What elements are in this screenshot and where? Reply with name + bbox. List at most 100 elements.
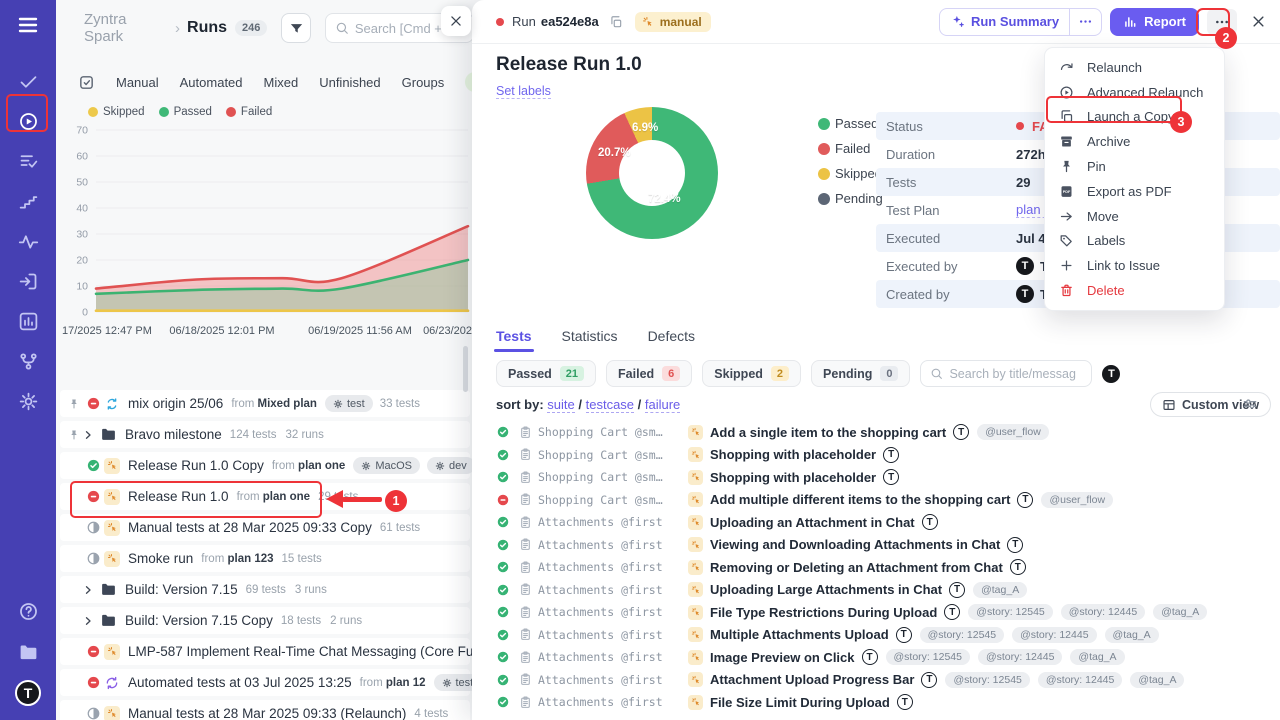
runs-tab-mixed[interactable]: Mixed xyxy=(264,75,299,90)
test-title[interactable]: File Type Restrictions During Upload xyxy=(710,605,937,620)
tab-statistics[interactable]: Statistics xyxy=(562,328,618,352)
run-status-icon xyxy=(82,644,104,659)
sort-option-suite[interactable]: suite xyxy=(547,397,574,413)
run-group-row[interactable]: Build: Version 7.1569 tests3 runs xyxy=(60,576,470,603)
run-group-row[interactable]: Bravo milestone124 tests32 runs xyxy=(60,421,470,448)
test-row[interactable]: Attachments @firstAttachment Upload Prog… xyxy=(496,669,1276,692)
test-row[interactable]: Attachments @firstViewing and Downloadin… xyxy=(496,534,1276,557)
scrollbar-thumb[interactable] xyxy=(463,346,468,392)
sidebar-item-check[interactable] xyxy=(11,64,45,98)
sidebar-item-gear[interactable] xyxy=(11,384,45,418)
test-title[interactable]: Image Preview on Click xyxy=(710,650,855,665)
test-title[interactable]: Viewing and Downloading Attachments in C… xyxy=(710,537,1000,552)
chevron-right-icon[interactable] xyxy=(82,429,100,441)
copy-icon[interactable] xyxy=(609,15,623,29)
test-title[interactable]: Attachment Upload Progress Bar xyxy=(710,672,914,687)
test-row[interactable]: Attachments @first File Type Restrictions… xyxy=(496,601,1276,624)
test-title[interactable]: Removing or Deleting an Attachment from … xyxy=(710,560,1003,575)
test-title[interactable]: Add multiple different items to the shop… xyxy=(710,492,1010,507)
run-row[interactable]: Automated tests at 03 Jul 2025 13:25from… xyxy=(60,669,470,696)
tab-tests[interactable]: Tests xyxy=(496,328,532,352)
sidebar-item-chart-box[interactable] xyxy=(11,304,45,338)
close-icon[interactable] xyxy=(1251,14,1266,29)
branch-icon xyxy=(18,351,39,372)
sort-option-failure[interactable]: failure xyxy=(645,397,680,413)
breadcrumb-section[interactable]: Runs xyxy=(187,19,227,37)
run-row[interactable]: Release Run 1.0from plan one29 tests xyxy=(60,483,470,510)
run-row[interactable]: Smoke runfrom plan 12315 tests xyxy=(60,545,470,572)
test-tag: @story: 12445 xyxy=(1012,627,1096,643)
test-title[interactable]: File Size Limit During Upload xyxy=(710,695,890,710)
menu-item-relaunch[interactable]: Relaunch xyxy=(1045,55,1224,80)
report-button[interactable]: Report xyxy=(1110,8,1199,36)
test-title[interactable]: Shopping with placeholder xyxy=(710,470,876,485)
filter-pending-button[interactable]: Pending0 xyxy=(811,360,910,387)
test-row[interactable]: Attachments @firstMultiple Attachments U… xyxy=(496,624,1276,647)
test-title[interactable]: Shopping with placeholder xyxy=(710,447,876,462)
run-summary-button[interactable]: Run Summary xyxy=(939,8,1102,36)
chevron-right-icon[interactable] xyxy=(82,615,100,627)
runs-tab-unfinished[interactable]: Unfinished xyxy=(319,75,380,90)
sidebar-item-play-circle[interactable] xyxy=(11,104,45,138)
filter-passed-button[interactable]: Passed21 xyxy=(496,360,596,387)
close-icon[interactable] xyxy=(441,6,471,36)
menu-item-delete[interactable]: Delete xyxy=(1045,278,1224,303)
test-row[interactable]: Attachments @firstImage Preview on Click… xyxy=(496,646,1276,669)
sidebar-item-branch[interactable] xyxy=(11,344,45,378)
sidebar-item-folder[interactable] xyxy=(11,635,45,669)
menu-item-move[interactable]: Move xyxy=(1045,204,1224,229)
test-title[interactable]: Uploading Large Attachments in Chat xyxy=(710,582,942,597)
menu-item-export-as-pdf[interactable]: PDFExport as PDF xyxy=(1045,179,1224,204)
sidebar-item-steps[interactable] xyxy=(11,184,45,218)
sidebar-item-import[interactable] xyxy=(11,264,45,298)
set-labels-link[interactable]: Set labels xyxy=(496,84,551,99)
test-row[interactable]: Shopping Cart @sm…Add multiple different… xyxy=(496,489,1276,512)
runs-tab-manual[interactable]: Manual xyxy=(116,75,159,90)
assignee-avatar[interactable]: T xyxy=(1102,365,1120,383)
runs-tab-groups[interactable]: Groups xyxy=(402,75,445,90)
test-suite: Attachments @first xyxy=(538,605,688,619)
runs-tab-automated[interactable]: Automated xyxy=(180,75,243,90)
test-status-icon xyxy=(496,605,511,619)
manual-icon xyxy=(107,553,118,564)
test-row[interactable]: Attachments @firstRemoving or Deleting a… xyxy=(496,556,1276,579)
menu-item-pin[interactable]: Pin xyxy=(1045,154,1224,179)
menu-item-launch-a-copy[interactable]: Launch a Copy xyxy=(1045,105,1224,130)
tests-search-input[interactable]: Search by title/messag xyxy=(920,360,1092,387)
filter-button[interactable] xyxy=(281,13,310,43)
test-title[interactable]: Add a single item to the shopping cart xyxy=(710,425,946,440)
menu-item-labels[interactable]: Labels xyxy=(1045,229,1224,254)
sidebar-item-t-avatar[interactable]: T xyxy=(11,676,45,710)
tab-defects[interactable]: Defects xyxy=(648,328,695,352)
sidebar-item-list-check[interactable] xyxy=(11,144,45,178)
sidebar-item-pulse[interactable] xyxy=(11,224,45,258)
menu-item-link-to-issue[interactable]: Link to Issue xyxy=(1045,253,1224,278)
test-title[interactable]: Multiple Attachments Upload xyxy=(710,627,889,642)
test-row[interactable]: Attachments @firstUploading Large Attach… xyxy=(496,579,1276,602)
test-row[interactable]: Shopping Cart @sm…Add a single item to t… xyxy=(496,421,1276,444)
chevron-right-icon[interactable] xyxy=(82,584,100,596)
run-row[interactable]: Manual tests at 28 Mar 2025 09:33 (Relau… xyxy=(60,700,470,720)
run-group-row[interactable]: Build: Version 7.15 Copy18 tests2 runs xyxy=(60,607,470,634)
menu-item-archive[interactable]: Archive xyxy=(1045,129,1224,154)
test-row[interactable]: Attachments @firstFile Size Limit During… xyxy=(496,691,1276,714)
test-row[interactable]: Shopping Cart @sm…Shopping with placehol… xyxy=(496,444,1276,467)
run-summary-more-button[interactable] xyxy=(1069,9,1101,35)
sliders-icon[interactable] xyxy=(1242,396,1258,412)
breadcrumb-project[interactable]: Zyntra Spark xyxy=(84,11,168,45)
sidebar-item-help[interactable] xyxy=(11,594,45,628)
run-row[interactable]: Release Run 1.0 Copyfrom plan oneMacOSde… xyxy=(60,452,470,479)
test-row[interactable]: Attachments @firstUploading an Attachmen… xyxy=(496,511,1276,534)
run-row[interactable]: LMP-587 Implement Real-Time Chat Messagi… xyxy=(60,638,470,665)
run-row[interactable]: Manual tests at 28 Mar 2025 09:33 Copy61… xyxy=(60,514,470,541)
gear-icon xyxy=(361,461,371,471)
menu-icon[interactable] xyxy=(11,8,45,42)
filter-failed-button[interactable]: Failed6 xyxy=(606,360,692,387)
test-row[interactable]: Shopping Cart @sm…Shopping with placehol… xyxy=(496,466,1276,489)
filter-skipped-button[interactable]: Skipped2 xyxy=(702,360,801,387)
sort-option-testcase[interactable]: testcase xyxy=(586,397,634,413)
select-all-icon[interactable] xyxy=(78,74,95,91)
run-row[interactable]: mix origin 25/06from Mixed plantest33 te… xyxy=(60,390,470,417)
menu-item-advanced-relaunch[interactable]: Advanced Relaunch xyxy=(1045,80,1224,105)
test-title[interactable]: Uploading an Attachment in Chat xyxy=(710,515,915,530)
